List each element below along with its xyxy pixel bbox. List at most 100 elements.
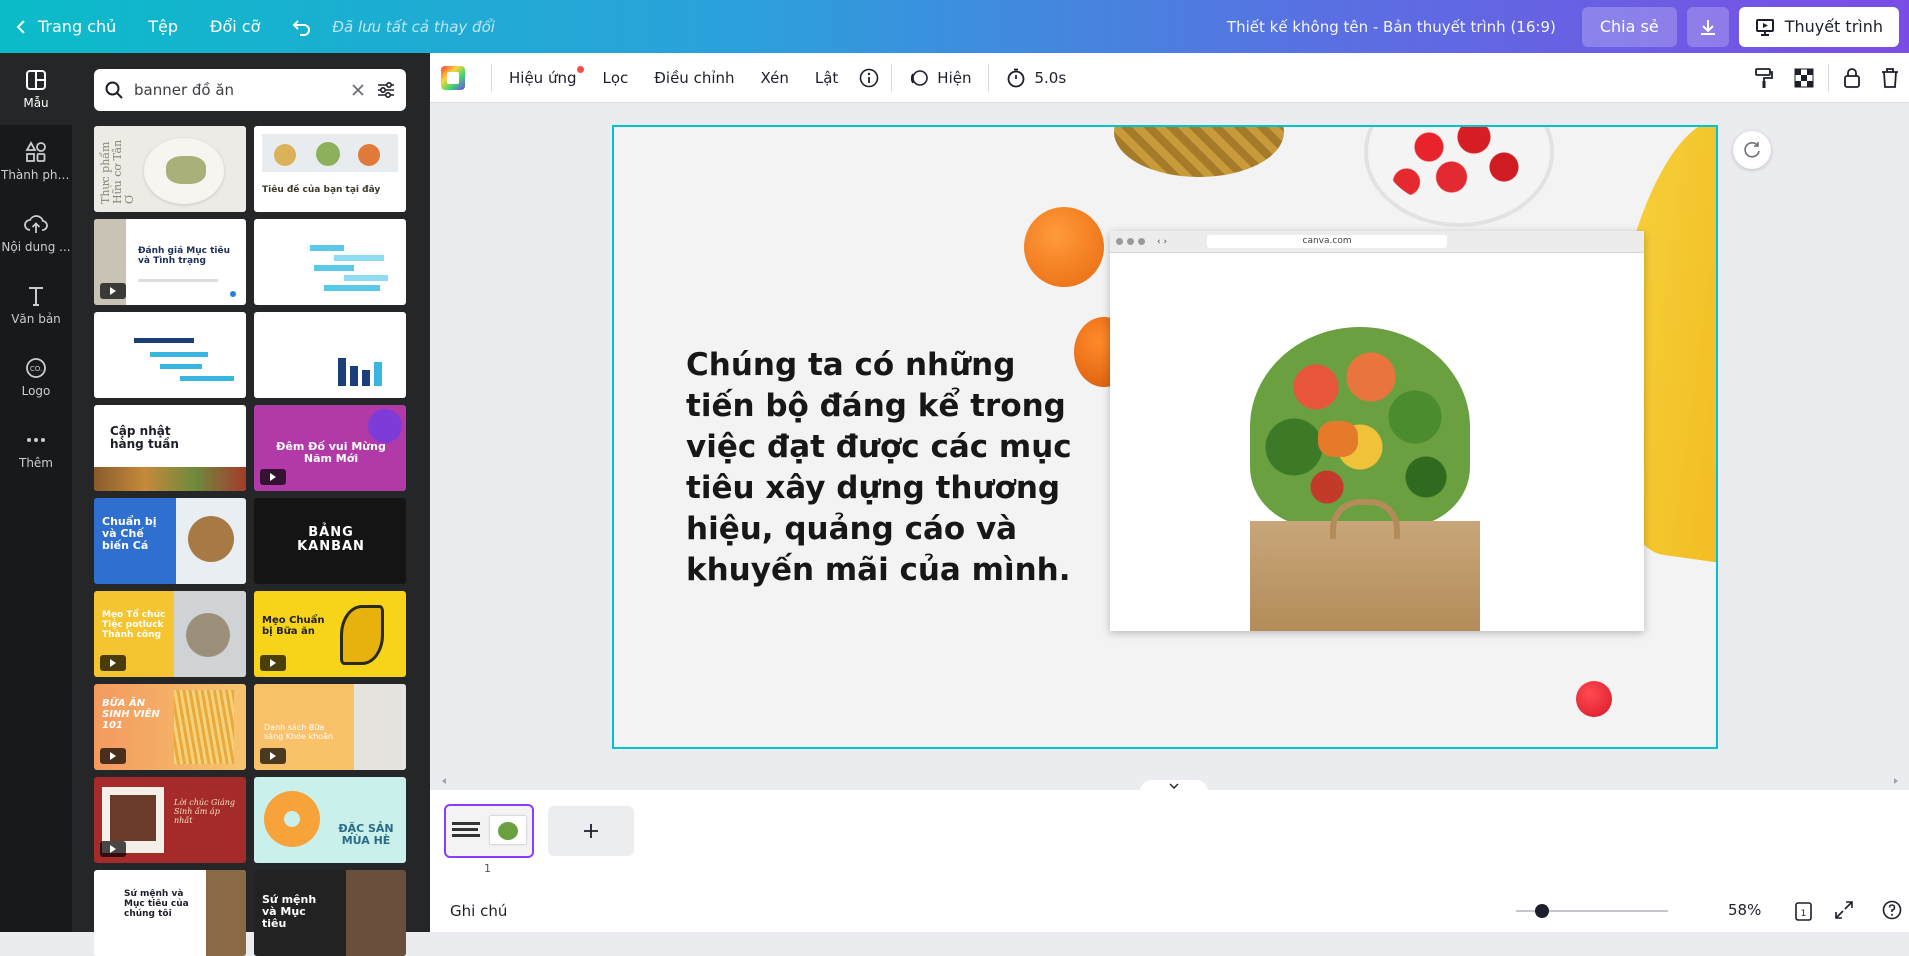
lock-button[interactable] [1833, 53, 1871, 103]
rail-label: Nội dung ... [1, 239, 71, 254]
gantt-bar [160, 364, 202, 369]
fullscreen-button[interactable] [1834, 900, 1854, 924]
template-thumb[interactable]: Mẹo Chuẩn bị Bữa ăn [254, 591, 406, 677]
page-thumbnail[interactable] [444, 804, 534, 858]
photo-image [346, 870, 406, 956]
browser-mockup[interactable]: ‹ › canva.com [1110, 231, 1644, 631]
notes-button[interactable]: Ghi chú [450, 902, 507, 920]
notification-dot [576, 65, 584, 73]
template-thumb[interactable] [94, 312, 246, 398]
clear-search-button[interactable] [350, 82, 366, 98]
url-bar: canva.com [1207, 235, 1448, 248]
filter-button[interactable] [376, 81, 396, 99]
template-thumb[interactable]: Đêm Đố vui Mừng Năm Mới [254, 405, 406, 491]
file-label: Tệp [148, 17, 179, 36]
file-menu[interactable]: Tệp [132, 0, 194, 53]
rail-item-uploads[interactable]: Nội dung ... [0, 197, 72, 269]
template-thumb[interactable]: Mẹo Tổ chức Tiệc potluck Thành công [94, 591, 246, 677]
rail-item-elements[interactable]: Thành phần [0, 125, 72, 197]
template-thumb[interactable]: Sứ mệnh và Mục tiêu của chúng tôi [94, 870, 246, 956]
bottom-bar: Ghi chú 58% 1 [430, 890, 1909, 932]
home-button[interactable]: Trang chủ [0, 0, 132, 53]
template-thumb[interactable] [254, 219, 406, 305]
delete-button[interactable] [1871, 53, 1909, 103]
top-bar: Trang chủ Tệp Đổi cỡ Đã lưu tất cả thay … [0, 0, 1909, 53]
logo-icon: CO. [26, 357, 46, 378]
play-icon [110, 659, 116, 667]
rail-item-text[interactable]: Văn bản [0, 269, 72, 341]
template-thumb[interactable]: Chuẩn bị và Chế biến Cá [94, 498, 246, 584]
template-thumb[interactable]: Danh sách Bữa sáng Khỏe khoắn [254, 684, 406, 770]
template-thumb[interactable]: Sứ mệnh và Mục tiêu [254, 870, 406, 956]
window-dot [1127, 238, 1134, 245]
transparency-button[interactable] [1784, 53, 1824, 103]
gantt-bar [362, 370, 370, 386]
document-title[interactable]: Thiết kế không tên - Bản thuyết trình (1… [1227, 18, 1556, 36]
info-button[interactable] [851, 53, 887, 103]
template-thumb[interactable]: Đánh giá Mục tiêu và Tình trạng [94, 219, 246, 305]
template-thumb[interactable]: Thực phẩm Hữu cơ Tân Ơ [94, 126, 246, 212]
milk-image [354, 684, 406, 770]
text-line [452, 822, 480, 825]
gantt-bar [344, 275, 388, 281]
video-badge [100, 841, 126, 857]
download-icon [1700, 19, 1715, 35]
zoom-level[interactable]: 58% [1728, 901, 1761, 919]
play-icon [270, 659, 276, 667]
close-icon [352, 84, 364, 96]
decor-shape [368, 409, 402, 443]
template-thumb[interactable]: ĐẶC SẢN MÙA HÈ [254, 777, 406, 863]
slide-canvas[interactable]: ‹ › canva.com Chúng ta có những tiến bộ … [612, 125, 1718, 749]
rail-item-logo[interactable]: CO. Logo [0, 341, 72, 413]
help-button[interactable] [1882, 900, 1902, 924]
template-text: Cập nhật hàng tuần [110, 424, 179, 452]
fruit-image [274, 144, 296, 166]
template-text: ĐẶC SẢN MÙA HÈ [338, 822, 394, 848]
template-thumb[interactable]: Cập nhật hàng tuần [94, 405, 246, 491]
animate-show-button[interactable]: Hiện [896, 53, 984, 103]
fruit-image [358, 144, 380, 166]
download-button[interactable] [1686, 6, 1729, 47]
regenerate-button[interactable] [1733, 131, 1771, 169]
template-text: Mẹo Chuẩn bị Bữa ăn [262, 615, 325, 637]
gantt-bar [350, 366, 358, 386]
search-icon [105, 81, 123, 99]
undo-button[interactable] [276, 0, 328, 53]
paint-roller-icon [1755, 67, 1773, 88]
search-box[interactable]: banner đồ ăn [94, 69, 406, 111]
template-thumb[interactable]: Tiêu đề của bạn tại đây [254, 126, 406, 212]
add-page-button[interactable] [548, 806, 634, 856]
slide-heading[interactable]: Chúng ta có những tiến bộ đáng kể trong … [686, 345, 1076, 591]
resize-menu[interactable]: Đổi cỡ [194, 0, 276, 53]
rail-label: Thêm [18, 455, 53, 470]
timer-icon [1008, 68, 1025, 87]
refresh-icon [1744, 142, 1760, 158]
undo-icon [292, 19, 311, 36]
color-button[interactable] [430, 53, 487, 103]
text-line [452, 834, 480, 837]
gantt-bar [150, 352, 208, 357]
nav-arrows-icon: ‹ › [1157, 236, 1168, 247]
filter-tool-button[interactable]: Lọc [590, 53, 642, 103]
duration-button[interactable]: 5.0s [993, 53, 1079, 103]
duration-label: 5.0s [1034, 68, 1067, 87]
page-count-button[interactable]: 1 [1792, 900, 1814, 926]
adjust-button[interactable]: Điều chỉnh [641, 53, 747, 103]
flip-button[interactable]: Lật [802, 53, 851, 103]
zoom-slider-handle[interactable] [1535, 904, 1549, 918]
template-thumb[interactable]: BẢNG KANBAN [254, 498, 406, 584]
effects-button[interactable]: Hiệu ứng [496, 53, 590, 103]
rail-item-templates[interactable]: Mẫu [0, 53, 72, 125]
present-button[interactable]: Thuyết trình [1738, 6, 1899, 47]
template-thumb[interactable]: Lời chúc Giáng Sinh ấm áp nhất [94, 777, 246, 863]
template-thumb[interactable] [254, 312, 406, 398]
copy-style-button[interactable] [1744, 53, 1784, 103]
filter-icon [378, 81, 394, 99]
search-input[interactable]: banner đồ ăn [134, 81, 340, 99]
template-thumb[interactable]: BỮA ĂN SINH VIÊN 101 [94, 684, 246, 770]
left-rail: Mẫu Thành phần Nội dung ... Văn bản CO. … [0, 53, 72, 932]
share-button[interactable]: Chia sẻ [1581, 6, 1677, 47]
color-picker-icon [441, 65, 465, 90]
crop-button[interactable]: Xén [748, 53, 802, 103]
rail-item-more[interactable]: Thêm [0, 413, 72, 485]
